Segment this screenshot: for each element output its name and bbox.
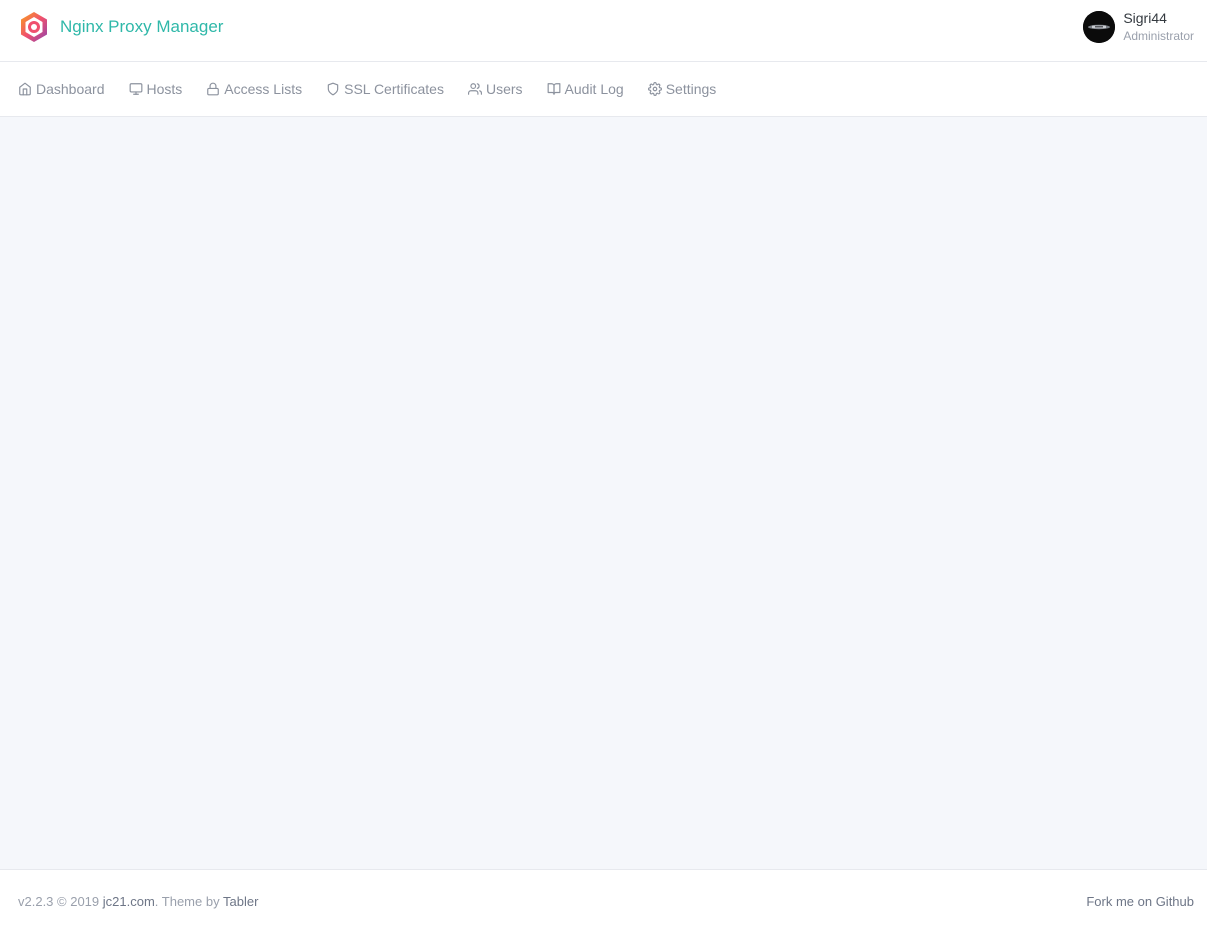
top-header: Nginx Proxy Manager Sigri44 Administrato… bbox=[0, 0, 1207, 62]
nav-label-audit-log: Audit Log bbox=[564, 81, 624, 97]
nav-label-settings: Settings bbox=[665, 81, 717, 97]
shield-icon bbox=[326, 82, 340, 96]
main-nav: Dashboard Hosts Access Lists SSL Certifi… bbox=[0, 62, 1207, 117]
footer-theme-text: . Theme by bbox=[154, 894, 220, 909]
nav-item-users[interactable]: Users bbox=[467, 81, 523, 97]
avatar[interactable] bbox=[1083, 11, 1116, 43]
nav-label-hosts: Hosts bbox=[146, 81, 183, 97]
nav-label-users: Users bbox=[485, 81, 523, 97]
footer-github-link[interactable]: Fork me on Github bbox=[1086, 894, 1194, 909]
nav-item-ssl-certificates[interactable]: SSL Certificates bbox=[326, 81, 444, 97]
nav-label-dashboard: Dashboard bbox=[36, 81, 105, 97]
footer-github: Fork me on Github bbox=[1086, 894, 1194, 909]
nav-item-dashboard[interactable]: Dashboard bbox=[18, 81, 105, 97]
nav-label-access-lists: Access Lists bbox=[224, 81, 303, 97]
nav-item-hosts[interactable]: Hosts bbox=[129, 81, 183, 97]
user-name: Sigri44 bbox=[1123, 10, 1167, 26]
page-footer: v2.2.3 © 2019 jc21.com. Theme by Tabler … bbox=[0, 869, 1207, 926]
home-icon bbox=[18, 82, 32, 96]
user-menu[interactable]: Sigri44 Administrator bbox=[1083, 10, 1194, 43]
user-info: Sigri44 Administrator bbox=[1123, 10, 1194, 43]
monitor-icon bbox=[129, 82, 143, 96]
footer-credits: v2.2.3 © 2019 jc21.com. Theme by Tabler bbox=[18, 894, 258, 909]
nav-item-settings[interactable]: Settings bbox=[647, 81, 717, 97]
hexagon-logo-icon bbox=[18, 11, 50, 43]
users-icon bbox=[467, 82, 482, 96]
main-content bbox=[0, 117, 1207, 869]
user-role: Administrator bbox=[1123, 28, 1194, 43]
footer-version: v2.2.3 © 2019 bbox=[18, 894, 100, 909]
brand-name: Nginx Proxy Manager bbox=[60, 17, 224, 36]
book-open-icon bbox=[547, 82, 561, 96]
footer-company-link[interactable]: jc21.com bbox=[103, 894, 155, 909]
brand-link[interactable]: Nginx Proxy Manager bbox=[18, 11, 223, 43]
nav-item-access-lists[interactable]: Access Lists bbox=[206, 81, 302, 97]
nav-item-audit-log[interactable]: Audit Log bbox=[547, 81, 624, 97]
settings-icon bbox=[647, 82, 662, 96]
lock-icon bbox=[206, 82, 220, 96]
footer-theme-link[interactable]: Tabler bbox=[223, 894, 258, 909]
nav-label-ssl-certificates: SSL Certificates bbox=[344, 81, 444, 97]
